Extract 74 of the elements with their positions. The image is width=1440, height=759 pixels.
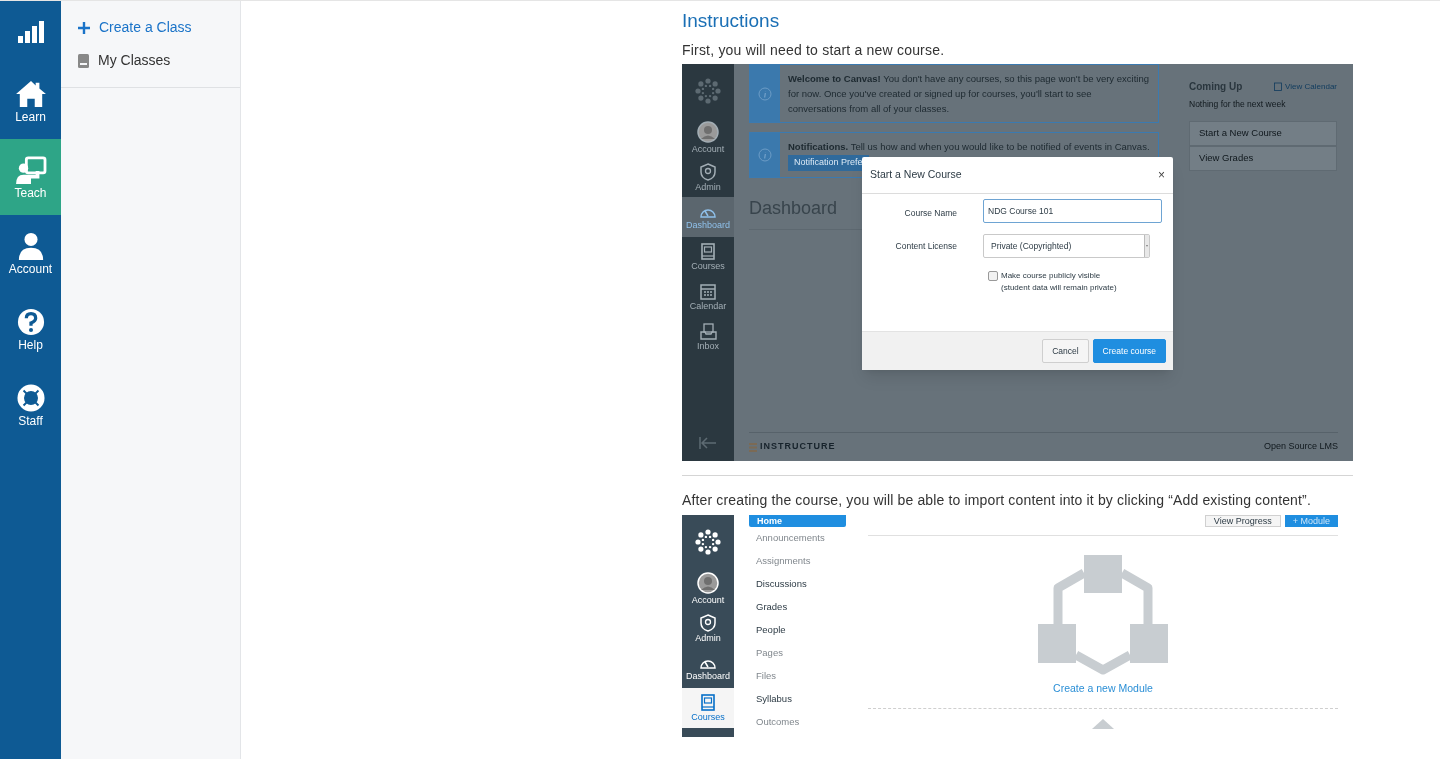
module-button[interactable]: + Module [1284, 515, 1338, 527]
info-icon [758, 147, 772, 162]
sidebar-link[interactable]: My Classes [78, 44, 240, 77]
info-icon [758, 86, 772, 101]
nav-item[interactable]: Account [682, 568, 734, 608]
nav-item[interactable]: Dashboard [682, 648, 734, 688]
dialog-button[interactable]: Cancel [1042, 339, 1089, 363]
preferences-button[interactable]: Notification Prefe [788, 155, 869, 171]
plus-icon [78, 21, 90, 34]
coming-up-title: Coming Up [1189, 80, 1243, 94]
section-heading: Instructions [682, 9, 781, 33]
signal-bars-icon [17, 21, 44, 43]
tray-icon [699, 323, 717, 340]
alert-text: Welcome to Canvas! You don't have any courses, so this page won't be very exciting for now. Once you've created or signed up for courses, you'll start to see conversations from all of your classes. [788, 72, 1150, 116]
lifebuoy-icon [14, 383, 47, 412]
rail-item[interactable]: Learn [0, 63, 61, 139]
shield-icon [700, 613, 716, 632]
nav-item[interactable]: Admin [682, 608, 734, 648]
nav-item[interactable]: Account [682, 117, 734, 157]
checkbox[interactable] [988, 271, 998, 281]
calendar-icon [1274, 82, 1283, 91]
sidebar-button[interactable]: Start a New Course [1189, 120, 1337, 146]
book-icon [701, 694, 715, 711]
module-button[interactable]: View Progress [1204, 515, 1281, 527]
sidebar-link[interactable]: Create a Class [78, 11, 240, 44]
avatar-icon [697, 571, 719, 594]
instructure-logo: INSTRUCTURE [749, 440, 836, 454]
rail-item[interactable]: Staff [0, 367, 61, 443]
calendar-icon [700, 283, 716, 300]
course-nav-item[interactable]: Announcements [749, 527, 846, 550]
module-drawing-top [1092, 718, 1114, 729]
coming-up-note: Nothing for the next week [1189, 98, 1287, 111]
course-nav-item[interactable]: Home [749, 515, 846, 527]
avatar-icon [697, 120, 719, 143]
course-nav-item[interactable]: Outcomes [749, 711, 846, 734]
course-nav-item[interactable]: People [749, 619, 846, 642]
nav-item[interactable]: Courses [682, 688, 734, 728]
nav-item[interactable]: Courses [682, 237, 734, 277]
collapse-arrow-icon [699, 437, 717, 449]
create-module-link[interactable]: Create a new Module [1053, 681, 1153, 697]
instruction-text: First, you will need to start a new course. [682, 41, 946, 60]
course-nav-item[interactable]: Discussions [749, 573, 846, 596]
instruction-text: After creating the course, you will be able to import content into it by clicking “Add existing content”. [682, 491, 1312, 510]
checkbox-label: Make course publicly visible [1001, 270, 1102, 282]
shield-icon [700, 162, 716, 181]
nav-item[interactable]: Dashboard [682, 197, 734, 237]
checkbox-note: (student data will remain private) [1001, 282, 1117, 294]
dialog-title: Start a New Course [870, 167, 962, 183]
course-nav-item[interactable]: Pages [749, 642, 846, 665]
field-label: Content License [895, 241, 957, 251]
stripes-icon [749, 442, 757, 452]
nav-item[interactable]: Inbox [682, 317, 734, 357]
teacher-board-icon [14, 155, 47, 184]
house-icon [14, 79, 47, 108]
course-nav-item[interactable]: Files [749, 665, 846, 688]
nav-item[interactable]: Calendar [682, 277, 734, 317]
course-name-field[interactable]: NDG Course 101 [983, 199, 1162, 223]
footer-text: Open Source LMS [1263, 440, 1338, 454]
book-icon [701, 243, 715, 260]
rail-item[interactable]: Account [0, 215, 61, 291]
dotted-ring-icon [695, 77, 721, 104]
course-nav-item[interactable]: Grades [749, 596, 846, 619]
rail-item[interactable]: Teach [0, 139, 61, 215]
dotted-ring-icon [695, 528, 721, 555]
course-nav-item[interactable]: Syllabus [749, 688, 846, 711]
close-button[interactable]: × [1158, 169, 1165, 181]
course-nav-item[interactable]: Assignments [749, 550, 846, 573]
dialog-button[interactable]: Create course [1092, 339, 1166, 363]
license-select[interactable]: Private (Copyrighted) [983, 234, 1150, 258]
field-label: Course Name [904, 208, 957, 218]
rail-item[interactable]: Help [0, 291, 61, 367]
book-icon [78, 53, 89, 68]
sidebar-button[interactable]: View Grades [1189, 145, 1337, 171]
nav-item[interactable]: Admin [682, 157, 734, 197]
